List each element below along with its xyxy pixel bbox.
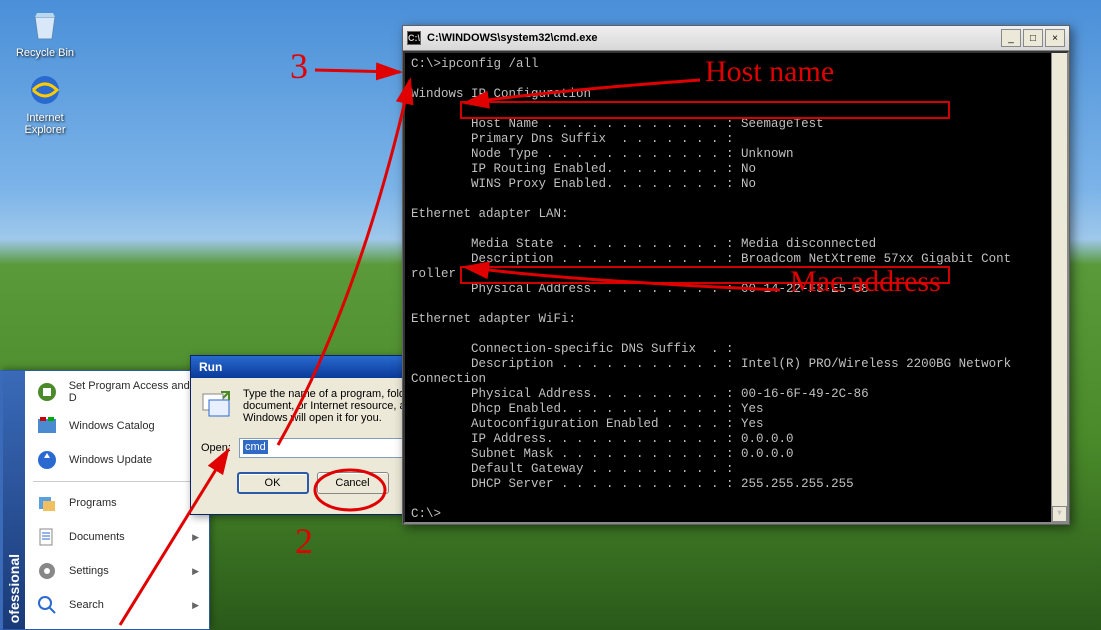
ok-button[interactable]: OK (237, 472, 309, 494)
minimize-button[interactable]: _ (1001, 29, 1021, 47)
chevron-right-icon: ▶ (192, 566, 199, 577)
start-item-label: Windows Update (69, 454, 152, 466)
maximize-button[interactable]: □ (1023, 29, 1043, 47)
settings-icon (35, 559, 59, 583)
update-icon (35, 448, 59, 472)
documents-icon (35, 525, 59, 549)
start-item-windows-catalog[interactable]: Windows Catalog (25, 409, 209, 443)
start-menu-list: Set Program Access and D Windows Catalog… (25, 371, 209, 629)
start-item-documents[interactable]: Documents ▶ (25, 520, 209, 554)
start-item-label: Set Program Access and D (69, 380, 199, 404)
program-access-icon (35, 380, 59, 404)
search-icon (35, 593, 59, 617)
start-item-label: Programs (69, 497, 117, 509)
start-item-program-access[interactable]: Set Program Access and D (25, 375, 209, 409)
cmd-icon: C:\ (407, 31, 421, 45)
start-item-label: Settings (69, 565, 109, 577)
catalog-icon (35, 414, 59, 438)
desktop-icon-internet-explorer[interactable]: Internet Explorer (10, 70, 80, 136)
chevron-right-icon: ▶ (192, 532, 199, 543)
run-dialog-title: Run (191, 356, 434, 378)
close-button[interactable]: × (1045, 29, 1065, 47)
start-item-settings[interactable]: Settings ▶ (25, 554, 209, 588)
scroll-track[interactable] (1052, 69, 1067, 506)
desktop-icon-label: Internet Explorer (25, 112, 66, 136)
start-item-programs[interactable]: Programs ▶ (25, 486, 209, 520)
start-item-label: Documents (69, 531, 125, 543)
start-item-label: Windows Catalog (69, 420, 155, 432)
ie-icon (25, 70, 65, 110)
start-item-search[interactable]: Search ▶ (25, 588, 209, 622)
cmd-window: C:\ C:\WINDOWS\system32\cmd.exe _ □ × C:… (402, 25, 1070, 525)
start-item-help[interactable]: ? Help and Support (25, 622, 209, 630)
start-menu-edge: ofessional (3, 371, 25, 629)
separator (33, 481, 201, 482)
start-item-label: Search (69, 599, 104, 611)
cmd-titlebar[interactable]: C:\ C:\WINDOWS\system32\cmd.exe _ □ × (403, 26, 1069, 51)
cmd-output[interactable]: C:\>ipconfig /all Windows IP Configurati… (403, 51, 1069, 524)
chevron-right-icon: ▶ (192, 600, 199, 611)
annotation-step-2: 2 (295, 520, 313, 562)
run-description: Type the name of a program, folder, docu… (243, 388, 424, 424)
run-dialog: Run Type the name of a program, folder, … (190, 355, 435, 515)
scroll-down-button[interactable]: ▼ (1052, 506, 1067, 522)
annotation-step-3: 3 (290, 45, 308, 87)
run-input[interactable]: cmd (239, 438, 424, 458)
run-open-label: Open: (201, 442, 231, 454)
cmd-title-text: C:\WINDOWS\system32\cmd.exe (427, 32, 598, 44)
run-icon (201, 388, 233, 423)
desktop-icon-recycle-bin[interactable]: Recycle Bin (10, 5, 80, 59)
desktop-icon-label: Recycle Bin (16, 47, 74, 59)
programs-icon (35, 491, 59, 515)
cmd-scrollbar[interactable]: ▲ ▼ (1051, 53, 1067, 522)
start-menu: ofessional Set Program Access and D Wind… (0, 370, 210, 630)
start-item-windows-update[interactable]: Windows Update (25, 443, 209, 477)
recycle-bin-icon (25, 5, 65, 45)
cancel-button[interactable]: Cancel (317, 472, 389, 494)
